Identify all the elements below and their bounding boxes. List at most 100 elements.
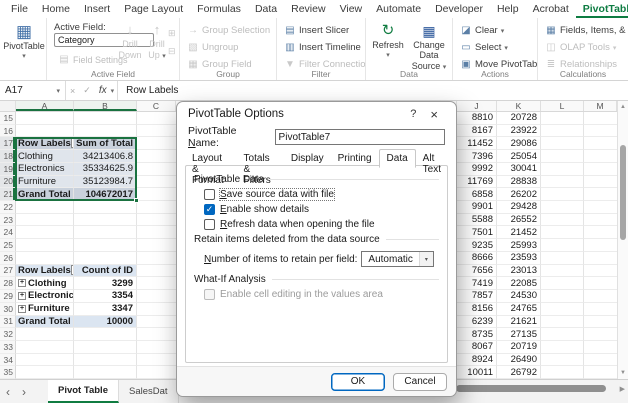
ribbon-tab-formulas[interactable]: Formulas [190,1,248,18]
ribbon-tab-file[interactable]: File [4,1,35,18]
row-header-33[interactable]: 33 [0,341,16,354]
checkbox-unchecked-icon[interactable] [204,189,215,200]
save-source-data-with-file-checkbox[interactable]: Save source data with file [204,189,439,200]
chevron-down-icon[interactable]: ▾ [419,252,433,266]
select-all-corner[interactable] [0,101,16,111]
ribbon-tab-acrobat[interactable]: Acrobat [526,1,576,18]
cell-j22[interactable]: 9901 [457,201,497,214]
column-header-j[interactable]: J [457,101,497,111]
ribbon-tab-view[interactable]: View [333,1,370,18]
cell-m22[interactable] [584,201,617,214]
cell-j24[interactable]: 7501 [457,226,497,239]
cell-l15[interactable] [541,112,584,125]
cell-c23[interactable] [137,214,176,227]
cell-a23[interactable] [16,214,74,227]
sheet-nav-left-icon[interactable]: ‹ [0,380,16,403]
column-header-l[interactable]: L [541,101,584,111]
cell-l23[interactable] [541,214,584,227]
ribbon-tab-home[interactable]: Home [35,1,77,18]
cell-k16[interactable]: 23922 [497,125,541,138]
cell-c24[interactable] [137,226,176,239]
cell-c30[interactable] [137,303,176,316]
cell-m17[interactable] [584,137,617,150]
cell-a33[interactable] [16,341,74,354]
cell-m20[interactable] [584,176,617,189]
ribbon-tab-pivottable-analyze[interactable]: PivotTable Analyze [576,1,628,18]
cell-c16[interactable] [137,125,176,138]
pivottable-button[interactable]: ▦ PivotTable ▾ [6,23,42,61]
cell-j34[interactable]: 8924 [457,354,497,367]
cell-l35[interactable] [541,366,584,379]
cell-m34[interactable] [584,354,617,367]
cell-l28[interactable] [541,277,584,290]
cell-b17[interactable]: Sum of Total [74,137,137,150]
close-icon[interactable]: × [423,107,445,122]
cell-a32[interactable] [16,328,74,341]
scroll-up-icon[interactable]: ▲ [618,104,628,110]
cell-c34[interactable] [137,354,176,367]
cell-b20[interactable]: 35123984.7 [74,176,137,189]
cell-m28[interactable] [584,277,617,290]
insert-function-icon[interactable]: fx [95,85,111,96]
cell-m19[interactable] [584,163,617,176]
cell-m21[interactable] [584,188,617,201]
cell-b33[interactable] [74,341,137,354]
cell-b19[interactable]: 35334625.9 [74,163,137,176]
cell-k22[interactable]: 29428 [497,201,541,214]
horizontal-scrollbar-thumb[interactable] [456,385,606,392]
cell-l31[interactable] [541,316,584,329]
name-box[interactable]: A17 ▾ [0,81,66,100]
cell-a24[interactable] [16,226,74,239]
cell-a17[interactable]: Row Labels▾ [16,137,74,150]
dialog-tab-alt-text[interactable]: Alt Text [416,151,448,167]
cancel-button[interactable]: Cancel [393,373,447,391]
cell-c32[interactable] [137,328,176,341]
row-header-30[interactable]: 30 [0,303,16,316]
cell-m15[interactable] [584,112,617,125]
cell-c19[interactable] [137,163,176,176]
ribbon-tab-data[interactable]: Data [248,1,284,18]
retain-items-dropdown[interactable]: Automatic ▾ [361,251,433,267]
row-header-19[interactable]: 19 [0,163,16,176]
cell-j21[interactable]: 6858 [457,188,497,201]
row-header-25[interactable]: 25 [0,239,16,252]
cell-j32[interactable]: 8735 [457,328,497,341]
cell-k32[interactable]: 27135 [497,328,541,341]
cell-j31[interactable]: 6239 [457,316,497,329]
cell-m35[interactable] [584,366,617,379]
cell-j27[interactable]: 7656 [457,265,497,278]
help-icon[interactable]: ? [403,108,423,120]
cell-b30[interactable]: 3347 [74,303,137,316]
checkbox-checked-icon[interactable]: ✓ [204,204,215,215]
cell-b22[interactable] [74,201,137,214]
sheet-nav-right-icon[interactable]: › [16,380,32,403]
fields-items-sets-button[interactable]: ▦Fields, Items, & Sets▾ [538,22,628,39]
cell-l34[interactable] [541,354,584,367]
cell-c15[interactable] [137,112,176,125]
cell-l25[interactable] [541,239,584,252]
ribbon-tab-page-layout[interactable]: Page Layout [117,1,190,18]
row-header-23[interactable]: 23 [0,214,16,227]
cell-a25[interactable] [16,239,74,252]
refresh-data-when-opening-the-file-checkbox[interactable]: Refresh data when opening the file [204,219,439,230]
cell-l19[interactable] [541,163,584,176]
vertical-scrollbar[interactable]: ▲ ▼ [617,101,628,379]
scroll-right-icon[interactable]: ▶ [620,385,625,393]
cell-k27[interactable]: 23013 [497,265,541,278]
cell-c22[interactable] [137,201,176,214]
vertical-scrollbar-thumb[interactable] [620,145,626,240]
cell-a29[interactable]: +Electronics [16,290,74,303]
cell-k17[interactable]: 29086 [497,137,541,150]
cell-j35[interactable]: 10011 [457,366,497,379]
expand-item-icon[interactable]: + [18,279,26,287]
row-header-27[interactable]: 27 [0,265,16,278]
cell-m31[interactable] [584,316,617,329]
select-button[interactable]: ▭Select▾ [453,39,537,56]
change-data-source-button[interactable]: ▦ Change Data Source ▾ [406,22,452,72]
cell-c17[interactable] [137,137,176,150]
column-header-m[interactable]: M [584,101,617,111]
cell-c26[interactable] [137,252,176,265]
insert-slicer-button[interactable]: ▤Insert Slicer [277,22,365,39]
cell-k15[interactable]: 20728 [497,112,541,125]
cell-k21[interactable]: 26202 [497,188,541,201]
